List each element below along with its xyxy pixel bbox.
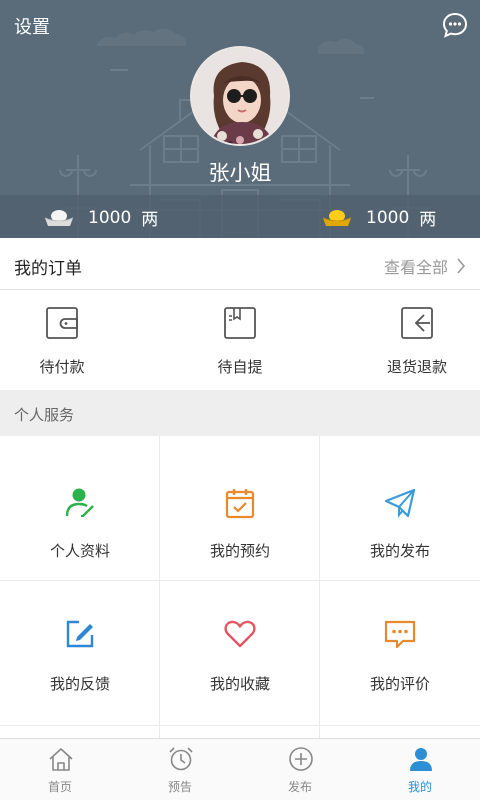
gold-ingot-icon	[322, 209, 352, 226]
tab-home-label: 首页	[47, 780, 72, 794]
order-pending-pickup-label: 待自提	[217, 358, 263, 376]
service-feedback-label: 我的反馈	[49, 675, 110, 693]
username: 张小姐	[208, 161, 272, 185]
order-pending-payment[interactable]: 待付款	[0, 290, 124, 390]
orders-title: 我的订单	[14, 259, 82, 279]
chevron-right-icon	[457, 258, 466, 274]
tab-mine-label: 我的	[407, 780, 432, 794]
grid-next-row	[0, 726, 480, 738]
order-refund-label: 退货退款	[386, 358, 447, 376]
settings-button[interactable]: 设置	[14, 13, 50, 39]
service-reviews[interactable]: 我的评价	[320, 581, 480, 726]
user-edit-icon	[65, 488, 94, 517]
order-pending-payment-label: 待付款	[39, 358, 85, 376]
silver-amount: 1000	[88, 207, 132, 228]
coin-bar: 1000 两 1000 两	[0, 195, 480, 238]
tab-preview[interactable]: 预告	[120, 739, 240, 800]
services-grid: 个人资料 我的预约 我的发布 我的反馈 我的收藏 我的评价	[0, 436, 480, 738]
service-booking-label: 我的预约	[209, 542, 270, 560]
silver-unit: 两	[141, 210, 159, 230]
message-button[interactable]	[442, 12, 468, 38]
heart-icon	[224, 620, 256, 648]
service-reviews-label: 我的评价	[369, 675, 430, 693]
service-posts[interactable]: 我的发布	[320, 436, 480, 581]
silver-ingot-icon	[44, 209, 74, 226]
service-profile-label: 个人资料	[49, 542, 110, 560]
tab-publish[interactable]: 发布	[240, 739, 360, 800]
chat-icon	[384, 620, 416, 649]
gold-balance[interactable]: 1000 两	[322, 205, 436, 230]
tab-mine[interactable]: 我的	[360, 739, 480, 800]
gold-amount: 1000	[366, 207, 410, 228]
edit-icon	[66, 620, 94, 648]
alarm-clock-icon	[169, 747, 193, 771]
tab-home[interactable]: 首页	[0, 739, 120, 800]
avatar[interactable]	[190, 46, 290, 146]
service-profile[interactable]: 个人资料	[0, 436, 160, 581]
wallet-icon	[46, 307, 78, 339]
calendar-check-icon	[225, 489, 255, 519]
profile-header: 设置 张小姐 1000 两 1000 两	[0, 0, 480, 238]
view-all-label: 查看全部	[383, 258, 448, 277]
avatar-photo	[192, 48, 288, 144]
paper-plane-icon	[384, 488, 416, 518]
tab-preview-label: 预告	[167, 780, 192, 794]
silver-balance[interactable]: 1000 两	[44, 205, 158, 230]
order-pending-pickup[interactable]: 待自提	[178, 290, 302, 390]
plus-circle-icon	[289, 747, 313, 771]
view-all-orders-link[interactable]: 查看全部	[384, 254, 466, 278]
person-icon	[410, 748, 432, 771]
order-status-row: 待付款 待自提 退货退款	[0, 290, 480, 390]
personal-services-header: 个人服务	[0, 390, 480, 436]
home-icon	[49, 748, 73, 771]
gold-unit: 两	[419, 210, 437, 230]
orders-header: 我的订单 查看全部	[0, 238, 480, 290]
service-favorites-label: 我的收藏	[209, 675, 270, 693]
service-booking[interactable]: 我的预约	[160, 436, 320, 581]
bottom-tab-bar: 首页 预告 发布 我的	[0, 738, 480, 800]
chat-bubble-icon	[442, 12, 468, 38]
return-icon	[401, 307, 433, 339]
tab-publish-label: 发布	[287, 780, 312, 794]
service-favorites[interactable]: 我的收藏	[160, 581, 320, 726]
book-icon	[224, 307, 256, 339]
order-refund[interactable]: 退货退款	[355, 290, 479, 390]
personal-services-title: 个人服务	[14, 406, 75, 424]
service-feedback[interactable]: 我的反馈	[0, 581, 160, 726]
service-posts-label: 我的发布	[369, 542, 430, 560]
